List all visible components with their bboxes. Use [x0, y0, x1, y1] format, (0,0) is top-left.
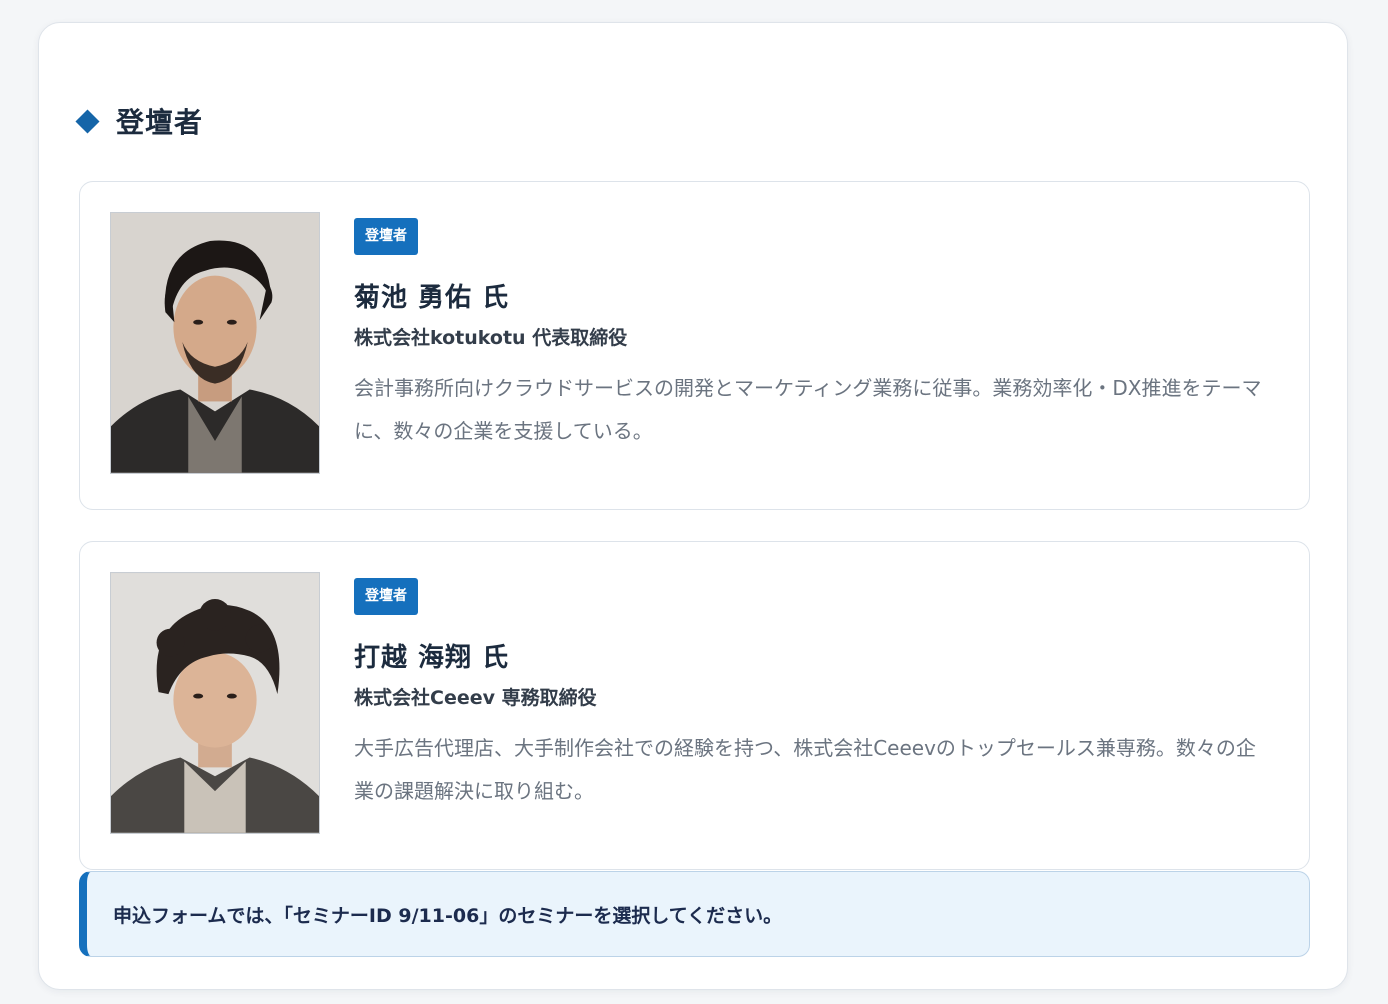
seminar-id-notice: 申込フォームでは、「セミナーID 9/11-06」のセミナーを選択してください。	[79, 871, 1310, 957]
section-heading: 登壇者	[75, 101, 203, 141]
speaker-company-title: 株式会社kotukotu 代表取締役	[354, 327, 628, 349]
notice-text: 申込フォームでは、「セミナーID 9/11-06」のセミナーを選択してください。	[113, 904, 783, 927]
speaker-card: 登壇者 菊池 勇佑 氏 株式会社kotukotu 代表取締役 会計事務所向けクラ…	[79, 181, 1310, 510]
speaker-photo	[110, 572, 320, 834]
speaker-badge: 登壇者	[354, 218, 418, 255]
diamond-bullet-icon	[75, 108, 100, 134]
speaker-portrait-image	[111, 213, 319, 473]
speaker-info: 登壇者 菊池 勇佑 氏 株式会社kotukotu 代表取締役 会計事務所向けクラ…	[354, 218, 1274, 453]
section-title: 登壇者	[116, 106, 204, 139]
speaker-portrait-image	[111, 573, 319, 833]
speaker-name: 打越 海翔 氏	[354, 643, 510, 673]
speaker-name: 菊池 勇佑 氏	[354, 283, 510, 313]
speaker-photo	[110, 212, 320, 474]
speaker-info: 登壇者 打越 海翔 氏 株式会社Ceeev 専務取締役 大手広告代理店、大手制作…	[354, 578, 1274, 813]
speaker-company-title: 株式会社Ceeev 専務取締役	[354, 687, 597, 709]
page: 登壇者 登壇者 菊池 勇佑 氏 株式会社kotukotu 代表取締役 会計事務所…	[0, 0, 1388, 1004]
speaker-card: 登壇者 打越 海翔 氏 株式会社Ceeev 専務取締役 大手広告代理店、大手制作…	[79, 541, 1310, 870]
speaker-description: 大手広告代理店、大手制作会社での経験を持つ、株式会社Ceeevのトップセールス兼…	[354, 736, 1256, 803]
speaker-description: 会計事務所向けクラウドサービスの開発とマーケティング業務に従事。業務効率化・DX…	[354, 376, 1262, 443]
speakers-panel: 登壇者 登壇者 菊池 勇佑 氏 株式会社kotukotu 代表取締役 会計事務所…	[38, 22, 1348, 990]
speaker-badge: 登壇者	[354, 578, 418, 615]
